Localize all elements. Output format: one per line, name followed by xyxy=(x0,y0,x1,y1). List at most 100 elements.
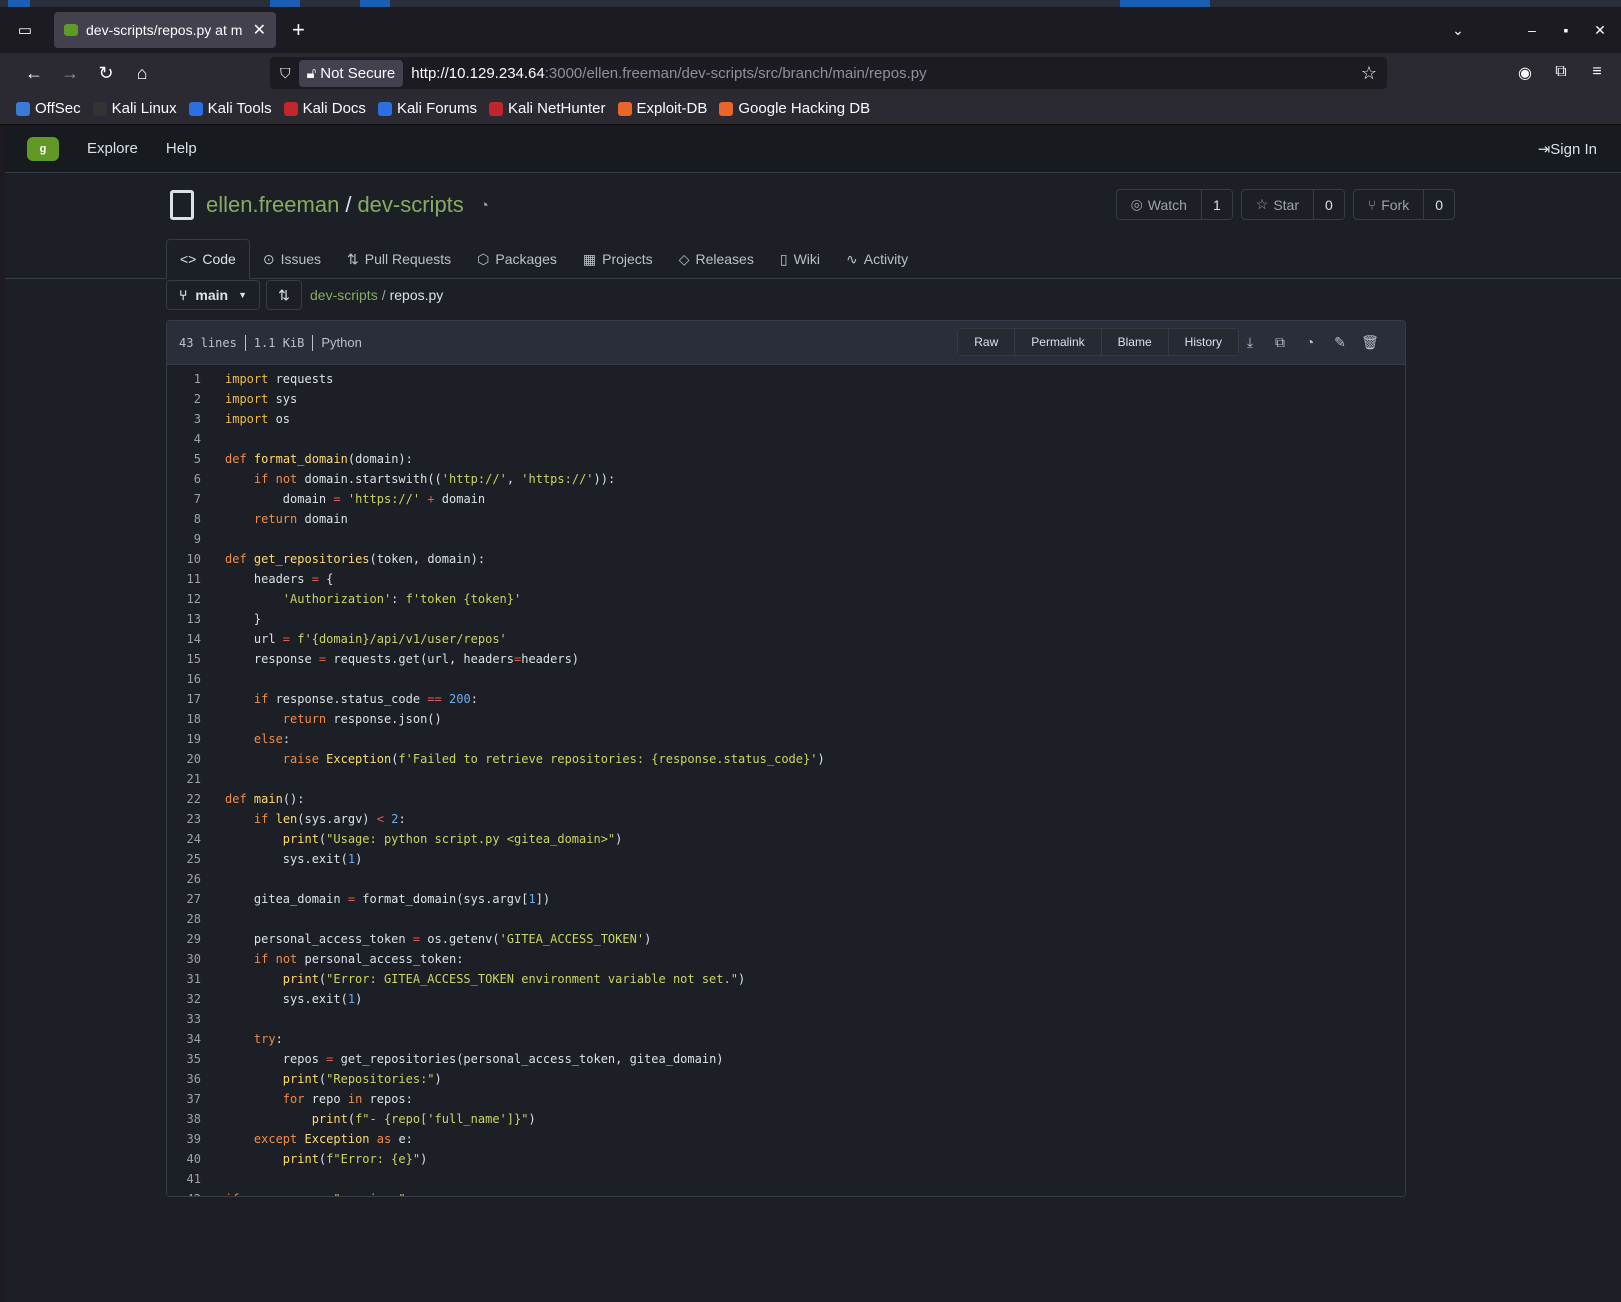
repo-name-link[interactable]: dev-scripts xyxy=(357,192,463,218)
line-number[interactable]: 35 xyxy=(167,1052,201,1066)
tab-projects[interactable]: ▦ Projects xyxy=(570,239,666,279)
tab-releases[interactable]: ◇ Releases xyxy=(666,239,767,279)
gitea-logo-icon[interactable]: g xyxy=(27,136,59,161)
line-number[interactable]: 34 xyxy=(167,1032,201,1046)
line-number[interactable]: 12 xyxy=(167,592,201,606)
line-number[interactable]: 16 xyxy=(167,672,201,686)
line-number[interactable]: 19 xyxy=(167,732,201,746)
line-number[interactable]: 1 xyxy=(167,372,201,386)
tab-pull-requests[interactable]: ⇅ Pull Requests xyxy=(334,239,464,279)
line-number[interactable]: 42 xyxy=(167,1192,201,1196)
nav-explore[interactable]: Explore xyxy=(87,140,138,157)
star-button[interactable]: ☆ Star 0 xyxy=(1240,189,1345,220)
history-button[interactable]: History xyxy=(1168,329,1238,355)
copy-icon[interactable]: ⧉ xyxy=(1265,334,1295,351)
line-number[interactable]: 30 xyxy=(167,952,201,966)
bookmark-item[interactable]: Kali Tools xyxy=(188,100,272,117)
line-number[interactable]: 2 xyxy=(167,392,201,406)
breadcrumb-repo-link[interactable]: dev-scripts xyxy=(310,287,378,303)
account-icon[interactable]: ◉ xyxy=(1507,63,1543,83)
line-number[interactable]: 28 xyxy=(167,912,201,926)
line-number[interactable]: 7 xyxy=(167,492,201,506)
close-tab-icon[interactable]: ✕ xyxy=(253,20,266,40)
line-number[interactable]: 14 xyxy=(167,632,201,646)
line-number[interactable]: 37 xyxy=(167,1092,201,1106)
url-bar[interactable]: ⛉ 🔓︎ Not Secure http://10.129.234.64:3000… xyxy=(270,57,1387,89)
line-number[interactable]: 15 xyxy=(167,652,201,666)
browser-tab-active[interactable]: dev-scripts/repos.py at m ✕ xyxy=(54,12,276,48)
bookmark-item[interactable]: Kali NetHunter xyxy=(488,100,606,117)
delete-trash-icon[interactable]: 🗑︎ xyxy=(1355,334,1385,351)
forward-arrow-icon[interactable]: → xyxy=(52,63,88,84)
list-all-tabs-icon[interactable]: ⌄ xyxy=(1443,22,1473,39)
reload-icon[interactable]: ↻ xyxy=(88,63,124,84)
line-number[interactable]: 23 xyxy=(167,812,201,826)
line-number[interactable]: 11 xyxy=(167,572,201,586)
new-tab-icon[interactable]: + xyxy=(292,17,305,43)
watch-button[interactable]: ◎ Watch 1 xyxy=(1115,189,1233,220)
bookmark-star-icon[interactable]: ☆ xyxy=(1361,63,1377,84)
download-icon[interactable]: ⤓ xyxy=(1235,334,1265,351)
fork-count[interactable]: 0 xyxy=(1424,190,1454,219)
rss-feed-icon[interactable]: ◔ xyxy=(480,197,489,214)
tab-packages[interactable]: ⬡ Packages xyxy=(464,239,570,279)
branch-dropdown[interactable]: ⑂ main ▼ xyxy=(166,280,261,310)
line-number[interactable]: 38 xyxy=(167,1112,201,1126)
line-number[interactable]: 39 xyxy=(167,1132,201,1146)
home-icon[interactable]: ⌂ xyxy=(124,63,160,84)
star-count[interactable]: 0 xyxy=(1314,190,1344,219)
tab-activity[interactable]: ∿ Activity xyxy=(833,239,921,279)
line-number[interactable]: 21 xyxy=(167,772,201,786)
line-number[interactable]: 36 xyxy=(167,1072,201,1086)
line-number[interactable]: 10 xyxy=(167,552,201,566)
menu-icon[interactable]: ≡ xyxy=(1579,63,1615,83)
line-number[interactable]: 41 xyxy=(167,1172,201,1186)
sign-in-link[interactable]: ⇥Sign In xyxy=(1538,140,1597,158)
line-number[interactable]: 33 xyxy=(167,1012,201,1026)
maximize-icon[interactable]: ▪ xyxy=(1551,22,1581,38)
close-window-icon[interactable]: ✕ xyxy=(1585,22,1615,39)
line-number[interactable]: 3 xyxy=(167,412,201,426)
line-number[interactable]: 24 xyxy=(167,832,201,846)
line-number[interactable]: 31 xyxy=(167,972,201,986)
tab-list-icon[interactable]: ▭ xyxy=(12,17,38,43)
line-number[interactable]: 13 xyxy=(167,612,201,626)
line-number[interactable]: 26 xyxy=(167,872,201,886)
nav-help[interactable]: Help xyxy=(166,140,197,157)
tab-code[interactable]: <> Code xyxy=(166,239,250,279)
rss-icon[interactable]: ◔ xyxy=(1295,334,1325,351)
line-number[interactable]: 17 xyxy=(167,692,201,706)
minimize-icon[interactable]: – xyxy=(1517,22,1547,38)
watch-count[interactable]: 1 xyxy=(1202,190,1232,219)
fork-button[interactable]: ⑂ Fork 0 xyxy=(1352,189,1455,220)
line-number[interactable]: 20 xyxy=(167,752,201,766)
bookmark-item[interactable]: Exploit-DB xyxy=(617,100,707,117)
tab-issues[interactable]: ⊙ Issues xyxy=(250,239,334,279)
line-number[interactable]: 8 xyxy=(167,512,201,526)
compare-button[interactable]: ⇅ xyxy=(266,280,303,310)
back-arrow-icon[interactable]: ← xyxy=(16,63,52,84)
extensions-icon[interactable]: ⧉ xyxy=(1543,63,1579,83)
bookmark-item[interactable]: OffSec xyxy=(16,100,81,117)
line-number[interactable]: 22 xyxy=(167,792,201,806)
line-number[interactable]: 40 xyxy=(167,1152,201,1166)
line-number[interactable]: 4 xyxy=(167,432,201,446)
edit-pencil-icon[interactable]: ✎ xyxy=(1325,334,1355,351)
not-secure-badge[interactable]: 🔓︎ Not Secure xyxy=(298,59,404,87)
bookmark-item[interactable]: Kali Docs xyxy=(283,100,366,117)
line-number[interactable]: 6 xyxy=(167,472,201,486)
blame-button[interactable]: Blame xyxy=(1101,329,1169,355)
line-number[interactable]: 25 xyxy=(167,852,201,866)
bookmark-item[interactable]: Google Hacking DB xyxy=(719,100,870,117)
repo-owner-link[interactable]: ellen.freeman xyxy=(206,192,339,218)
raw-button[interactable]: Raw xyxy=(958,329,1016,355)
line-number[interactable]: 29 xyxy=(167,932,201,946)
permalink-button[interactable]: Permalink xyxy=(1015,329,1102,355)
line-number[interactable]: 32 xyxy=(167,992,201,1006)
tab-wiki[interactable]: ▯ Wiki xyxy=(767,239,833,279)
line-number[interactable]: 27 xyxy=(167,892,201,906)
line-number[interactable]: 9 xyxy=(167,532,201,546)
line-number[interactable]: 5 xyxy=(167,452,201,466)
shield-icon[interactable]: ⛉ xyxy=(280,65,291,82)
bookmark-item[interactable]: Kali Forums xyxy=(377,100,477,117)
